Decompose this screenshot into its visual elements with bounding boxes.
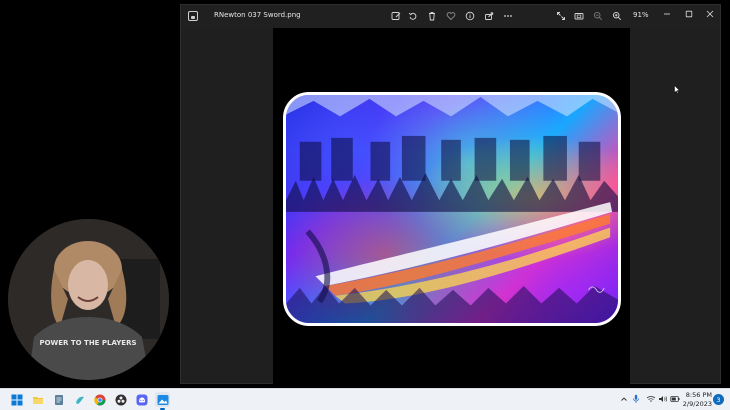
desktop: RNewton 037 Sword.png 91% POWER TO THE P… [0, 0, 730, 410]
expand-icon[interactable] [554, 9, 568, 23]
delete-icon[interactable] [425, 9, 439, 23]
info-icon[interactable] [463, 9, 477, 23]
minimize-icon[interactable] [657, 6, 677, 22]
clock-time[interactable]: 8:56 PM [682, 391, 712, 399]
image-canvas[interactable] [273, 28, 630, 385]
discord-icon[interactable] [134, 392, 149, 407]
zoom-in-icon[interactable] [610, 9, 624, 23]
taskbar: 8:56 PM 2/9/2023 3 [0, 388, 730, 410]
chevron-up-icon[interactable] [618, 393, 630, 405]
favorite-icon[interactable] [444, 9, 458, 23]
title-bar[interactable]: RNewton 037 Sword.png 91% [181, 5, 720, 27]
microphone-icon[interactable] [630, 393, 642, 405]
holographic-card-image [283, 92, 621, 326]
zoom-out-icon[interactable] [591, 9, 605, 23]
notepad-icon[interactable] [51, 392, 66, 407]
shirt-text: POWER TO THE PLAYERS [39, 339, 136, 347]
file-explorer-icon[interactable] [30, 392, 45, 407]
photos-window: RNewton 037 Sword.png 91% [180, 4, 721, 385]
slideshow-icon[interactable] [572, 9, 586, 23]
wifi-icon[interactable] [645, 393, 657, 405]
battery-icon[interactable] [669, 393, 681, 405]
app-bird-icon[interactable] [72, 392, 87, 407]
file-name: RNewton 037 Sword.png [214, 11, 301, 19]
windows-start-icon[interactable] [9, 392, 24, 407]
rotate-icon[interactable] [406, 9, 420, 23]
clock-date[interactable]: 2/9/2023 [682, 400, 712, 408]
webcam-overlay: POWER TO THE PLAYERS [8, 219, 169, 380]
edit-icon[interactable] [389, 9, 403, 23]
zoom-level[interactable]: 91% [633, 11, 649, 19]
share-icon[interactable] [482, 9, 496, 23]
maximize-icon[interactable] [679, 6, 699, 22]
photos-icon[interactable] [155, 392, 170, 410]
notification-badge[interactable]: 3 [713, 394, 724, 405]
photos-app-icon [188, 11, 198, 21]
obs-icon[interactable] [113, 392, 128, 407]
volume-icon[interactable] [657, 393, 669, 405]
close-icon[interactable] [700, 6, 720, 22]
chrome-icon[interactable] [92, 392, 107, 407]
mouse-cursor-icon [674, 85, 680, 94]
more-icon[interactable] [501, 9, 515, 23]
